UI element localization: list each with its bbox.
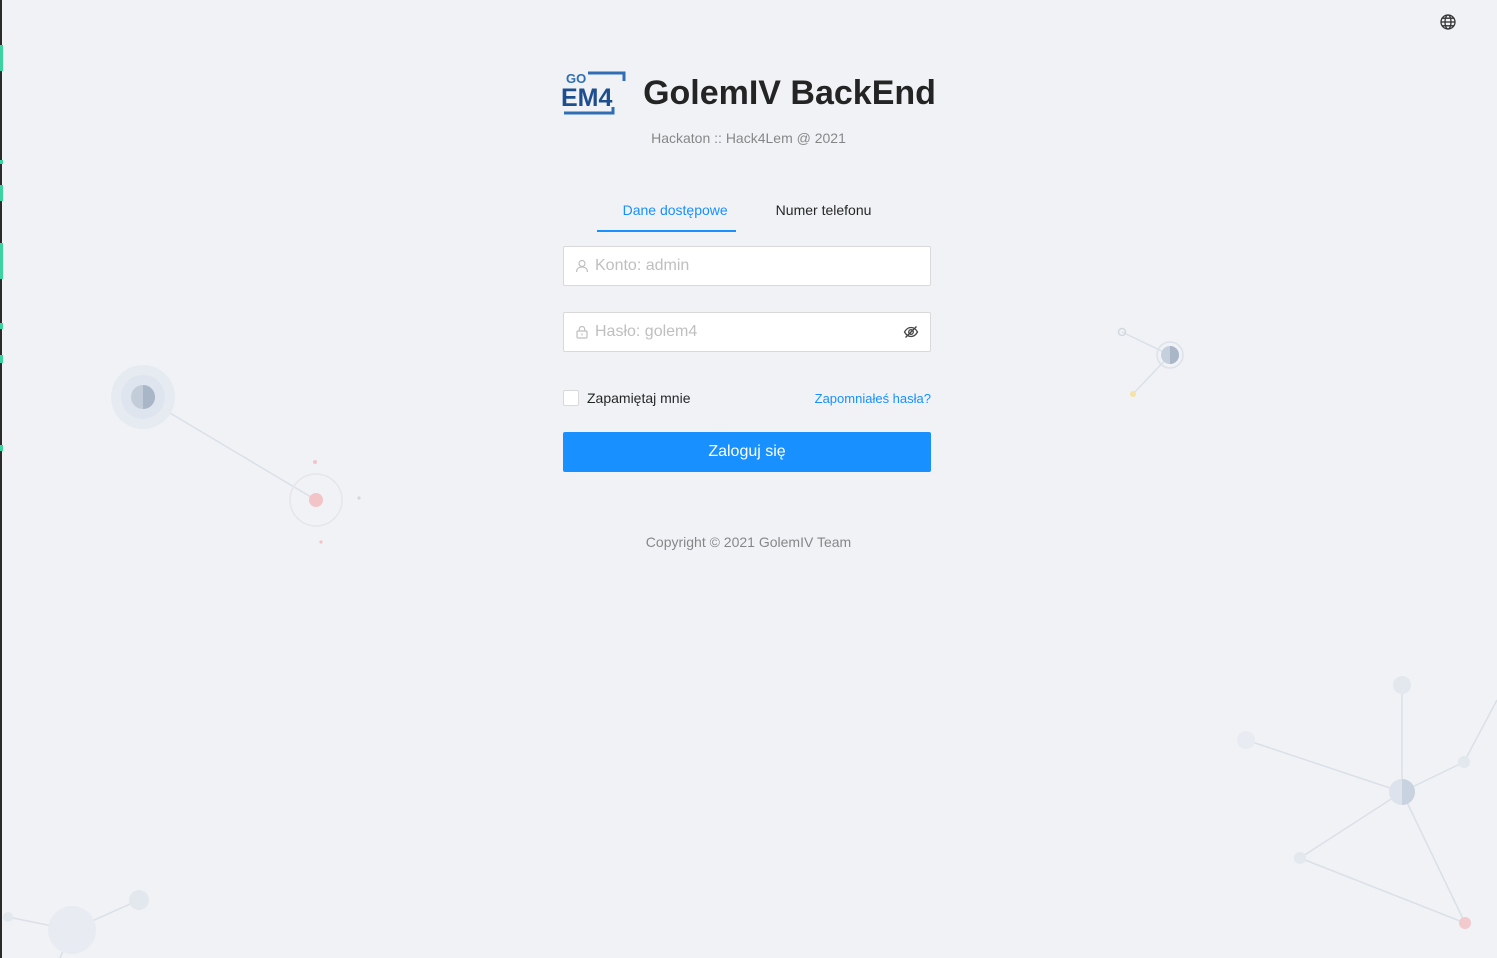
username-field-wrapper	[563, 246, 931, 286]
tab-credentials[interactable]: Dane dostępowe	[623, 190, 728, 232]
login-form: Dane dostępowe Numer telefonu Zapamiętaj…	[563, 190, 931, 472]
tab-active-indicator	[597, 230, 736, 232]
logo-text-bottom: EM4	[561, 84, 613, 112]
golem-logo: GO EM4	[561, 71, 626, 115]
tab-phone-number[interactable]: Numer telefonu	[776, 190, 872, 232]
eye-invisible-icon[interactable]	[903, 324, 919, 340]
password-field-wrapper	[563, 312, 931, 352]
title-row: GO EM4 GolemIV BackEnd	[0, 68, 1497, 118]
username-input[interactable]	[595, 257, 919, 275]
language-switcher[interactable]	[1438, 12, 1458, 32]
globe-icon	[1440, 14, 1456, 30]
login-header: GO EM4 GolemIV BackEnd Hackaton :: Hack4…	[0, 68, 1497, 146]
page-title: GolemIV BackEnd	[643, 73, 936, 112]
user-icon	[575, 259, 589, 273]
remember-label: Zapamiętaj mnie	[587, 390, 691, 406]
page-subtitle: Hackaton :: Hack4Lem @ 2021	[651, 130, 846, 146]
form-options: Zapamiętaj mnie Zapomniałeś hasła?	[563, 388, 931, 408]
login-tabs: Dane dostępowe Numer telefonu	[563, 190, 931, 232]
forgot-password-link[interactable]: Zapomniałeś hasła?	[815, 391, 931, 406]
footer-copyright: Copyright © 2021 GolemIV Team	[645, 534, 852, 550]
password-input[interactable]	[595, 323, 903, 341]
remember-checkbox[interactable]	[563, 390, 579, 406]
remember-me[interactable]: Zapamiętaj mnie	[563, 390, 691, 406]
lock-icon	[575, 325, 589, 339]
login-button[interactable]: Zaloguj się	[563, 432, 931, 472]
